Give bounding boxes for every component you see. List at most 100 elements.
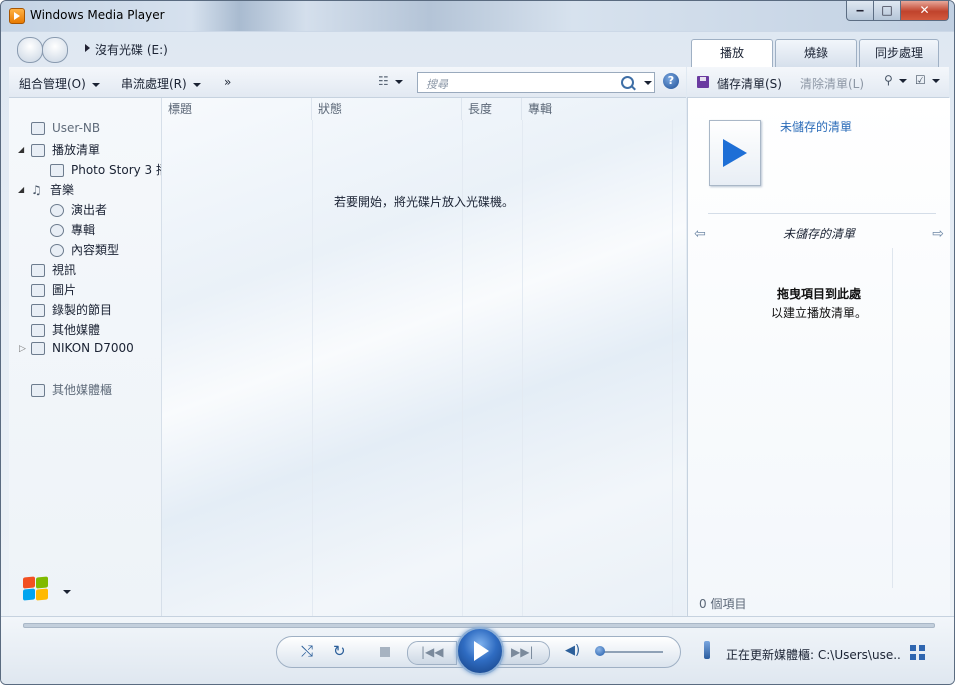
chevron-down-icon[interactable] bbox=[63, 590, 71, 594]
organize-label: 組合管理(O) bbox=[19, 77, 86, 91]
save-icon bbox=[697, 76, 709, 88]
chevron-down-icon bbox=[91, 82, 100, 87]
media-sync-icon bbox=[704, 641, 710, 659]
list-pane: 未儲存的清單 ⇦ 未儲存的清單 ⇨ 拖曳項目到此處 以建立播放清單。 0 個項目 bbox=[687, 98, 950, 616]
nav-item-photo-story[interactable]: Photo Story 3 播 bbox=[50, 161, 168, 178]
repeat-icon[interactable]: ↻ bbox=[333, 642, 346, 660]
next-icon: ▶▶| bbox=[511, 645, 534, 659]
volume-knob[interactable] bbox=[595, 646, 606, 656]
expand-toggle-icon[interactable]: ◢ bbox=[18, 145, 24, 154]
breadcrumb-arrow-icon[interactable] bbox=[85, 44, 90, 52]
search-icon[interactable] bbox=[621, 76, 634, 89]
chevron-down-icon bbox=[192, 82, 201, 87]
maximize-button[interactable]: □ bbox=[873, 1, 901, 21]
column-header-status[interactable]: 狀態 bbox=[312, 98, 462, 120]
play-icon bbox=[723, 139, 747, 167]
forward-button[interactable] bbox=[42, 37, 68, 63]
logo-red-quad bbox=[23, 576, 35, 589]
nav-label: Photo Story 3 播 bbox=[71, 163, 169, 177]
video-icon bbox=[31, 264, 45, 277]
nav-item-pictures[interactable]: 圖片 bbox=[31, 281, 76, 298]
close-button[interactable]: ✕ bbox=[900, 1, 949, 21]
switch-to-now-playing-icon[interactable] bbox=[910, 645, 926, 661]
play-button[interactable] bbox=[456, 627, 504, 675]
nav-label: 圖片 bbox=[52, 283, 77, 297]
mute-speaker-icon[interactable]: ◀) bbox=[565, 643, 580, 658]
nav-item-album[interactable]: 專輯 bbox=[50, 221, 95, 238]
clear-list-button[interactable]: 清除清單(L) bbox=[800, 75, 864, 92]
recorded-tv-icon bbox=[31, 304, 45, 317]
divider bbox=[708, 213, 936, 214]
view-options-icon[interactable]: ☷ bbox=[378, 74, 403, 88]
minimize-button[interactable]: ‒ bbox=[846, 1, 874, 21]
nav-label: 專輯 bbox=[71, 223, 96, 237]
nav-item-video[interactable]: 視訊 bbox=[31, 261, 76, 278]
tab-sync[interactable]: 同步處理 bbox=[859, 39, 939, 67]
wmp-window: Windows Media Player ‒ □ ✕ 沒有光碟 (E:) 播放 … bbox=[0, 0, 955, 685]
list-navigation: ⇦ 未儲存的清單 ⇨ bbox=[688, 225, 950, 243]
checkbox-options-icon[interactable]: ☑ bbox=[915, 73, 940, 87]
nav-label: 內容類型 bbox=[71, 243, 120, 257]
nav-item-other-media[interactable]: 其他媒體 bbox=[31, 321, 100, 338]
column-header-title[interactable]: 標題 bbox=[162, 98, 312, 120]
artist-icon bbox=[50, 204, 64, 217]
back-button[interactable] bbox=[17, 37, 43, 63]
tab-play[interactable]: 播放 bbox=[691, 39, 773, 68]
nav-item-genre[interactable]: 內容類型 bbox=[50, 241, 119, 258]
breadcrumb[interactable]: 沒有光碟 (E:) bbox=[95, 41, 168, 58]
column-header-length[interactable]: 長度 bbox=[462, 98, 522, 120]
nav-item-user[interactable]: User-NB bbox=[31, 121, 100, 135]
next-button[interactable]: ▶▶| bbox=[500, 641, 550, 665]
previous-button[interactable]: |◀◀ bbox=[407, 641, 457, 665]
stream-menu[interactable]: 串流處理(R) bbox=[121, 75, 201, 92]
unsaved-list-link[interactable]: 未儲存的清單 bbox=[780, 118, 852, 135]
nav-label: 其他媒體 bbox=[52, 323, 101, 337]
more-button[interactable]: » bbox=[224, 75, 231, 89]
navigation-pane: User-NB ◢ 播放清單 Photo Story 3 播 ◢ ♫ 音樂 演出者… bbox=[9, 98, 168, 616]
picture-icon bbox=[31, 284, 45, 297]
stop-button[interactable] bbox=[380, 647, 390, 657]
windows-logo-icon[interactable] bbox=[23, 576, 51, 603]
music-note-icon: ♫ bbox=[31, 182, 42, 197]
expand-arrow-icon[interactable]: ▷ bbox=[19, 344, 26, 354]
pane-tabs: 播放 燒錄 同步處理 bbox=[691, 39, 949, 68]
chevron-down-icon bbox=[394, 79, 403, 84]
nav-label: 其他媒體櫃 bbox=[52, 383, 113, 397]
search-box[interactable]: 搜尋 bbox=[417, 72, 655, 93]
nav-label: 音樂 bbox=[50, 183, 75, 197]
list-options-icon[interactable]: ⚲ bbox=[884, 73, 907, 87]
arrow-right-icon[interactable]: ⇨ bbox=[932, 226, 944, 242]
column-header-album[interactable]: 專輯 bbox=[522, 98, 672, 120]
grid-square bbox=[919, 654, 925, 660]
nav-label: User-NB bbox=[52, 121, 101, 135]
playlist-icon bbox=[31, 144, 45, 157]
chevron-down-icon bbox=[898, 78, 907, 83]
nav-item-music[interactable]: ♫ 音樂 bbox=[31, 181, 74, 198]
nav-item-nikon[interactable]: NIKON D7000 bbox=[31, 341, 134, 355]
help-icon[interactable]: ? bbox=[663, 73, 679, 89]
item-count: 0 個項目 bbox=[699, 597, 747, 611]
grid-square bbox=[910, 654, 916, 660]
list-title: 未儲存的清單 bbox=[782, 227, 855, 241]
window-title: Windows Media Player bbox=[30, 8, 165, 22]
nav-item-playlists[interactable]: 播放清單 bbox=[31, 141, 100, 158]
logo-green-quad bbox=[36, 576, 48, 589]
organize-menu[interactable]: 組合管理(O) bbox=[19, 75, 100, 92]
tab-burn[interactable]: 燒錄 bbox=[775, 39, 857, 67]
search-input[interactable]: 搜尋 bbox=[426, 76, 448, 92]
search-dropdown-icon[interactable] bbox=[644, 81, 652, 85]
drag-hint-title: 拖曳項目到此處 bbox=[776, 287, 861, 301]
address-bar: 沒有光碟 (E:) bbox=[9, 34, 689, 64]
volume-slider[interactable] bbox=[597, 651, 663, 653]
shuffle-icon[interactable]: ⤭ bbox=[301, 642, 313, 660]
album-icon bbox=[50, 224, 64, 237]
nav-item-artist[interactable]: 演出者 bbox=[50, 201, 107, 218]
nav-label: 播放清單 bbox=[52, 143, 101, 157]
nav-item-recorded-tv[interactable]: 錄製的節目 bbox=[31, 301, 112, 318]
nav-item-other-libraries[interactable]: 其他媒體櫃 bbox=[31, 381, 112, 398]
logo-blue-quad bbox=[23, 588, 35, 601]
save-list-button[interactable]: 儲存清單(S) bbox=[717, 75, 782, 92]
title-bar: Windows Media Player ‒ □ ✕ bbox=[1, 1, 954, 31]
expand-toggle-icon[interactable]: ◢ bbox=[18, 185, 24, 194]
grid-square bbox=[910, 645, 916, 651]
